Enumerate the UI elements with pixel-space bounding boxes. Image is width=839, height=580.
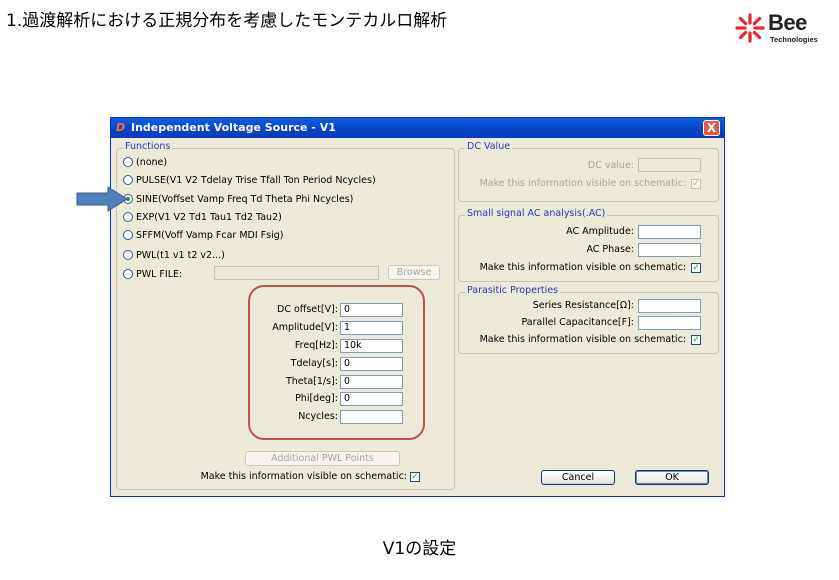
- radio-button[interactable]: [123, 269, 133, 279]
- radio-none[interactable]: (none): [123, 155, 167, 169]
- ac-amplitude-input[interactable]: [638, 225, 701, 239]
- visible-on-schematic-label: Make this information visible on schemat…: [200, 471, 407, 482]
- functions-group-label: Functions: [123, 141, 173, 152]
- radio-label: EXP(V1 V2 Td1 Tau1 Td2 Tau2): [136, 211, 282, 223]
- radio-pulse[interactable]: PULSE(V1 V2 Tdelay Trise Tfall Ton Perio…: [123, 173, 376, 187]
- bee-logo: Bee Technologies: [734, 10, 834, 46]
- ok-button[interactable]: OK: [635, 470, 709, 485]
- slide-caption: V1の設定: [382, 539, 457, 559]
- radio-label: PULSE(V1 V2 Tdelay Trise Tfall Ton Perio…: [136, 174, 376, 186]
- radio-button[interactable]: [123, 212, 133, 222]
- dialog-titlebar[interactable]: D Independent Voltage Source - V1 X: [111, 118, 724, 138]
- ac-amplitude-label: AC Amplitude:: [566, 226, 634, 237]
- ac-visible-label: Make this information visible on schemat…: [479, 262, 686, 273]
- bee-logo-icon: [735, 13, 765, 43]
- dc-value-input[interactable]: [638, 158, 701, 172]
- parasitic-group-label: Parasitic Properties: [465, 285, 561, 296]
- dc-value-label: DC value:: [587, 160, 634, 171]
- radio-button[interactable]: [123, 157, 133, 167]
- radio-label: SFFM(Voff Vamp Fcar MDI Fsig): [136, 229, 284, 241]
- radio-sffm[interactable]: SFFM(Voff Vamp Fcar MDI Fsig): [123, 228, 283, 242]
- ac-visible-checkbox[interactable]: ✓: [691, 263, 701, 273]
- radio-button[interactable]: [123, 250, 133, 260]
- browse-button[interactable]: Browse: [388, 265, 440, 280]
- dc-value-group: DC Value: [458, 141, 719, 202]
- radio-label: PWL(t1 v1 t2 v2...): [136, 249, 225, 261]
- pwl-file-input[interactable]: [214, 266, 379, 280]
- radio-button[interactable]: [123, 175, 133, 185]
- radio-label: SINE(Voffset Vamp Freq Td Theta Phi Ncyc…: [136, 193, 354, 205]
- radio-label: PWL FILE:: [136, 268, 183, 280]
- visible-on-schematic-checkbox[interactable]: ✓: [410, 472, 420, 482]
- ac-group-label: Small signal AC analysis(.AC): [465, 208, 608, 219]
- radio-pwl-file[interactable]: PWL FILE:: [123, 267, 182, 281]
- radio-button[interactable]: [123, 230, 133, 240]
- series-resistance-input[interactable]: [638, 299, 701, 313]
- logo-name: Bee: [768, 10, 807, 35]
- logo-sub: Technologies: [770, 35, 818, 44]
- slide-title: 1.過渡解析における正規分布を考慮したモンテカルロ解析: [6, 11, 448, 31]
- parallel-capacitance-input[interactable]: [638, 316, 701, 330]
- parasitic-visible-checkbox[interactable]: ✓: [691, 335, 701, 345]
- dc-visible-checkbox[interactable]: ✓: [691, 179, 701, 189]
- dc-value-group-label: DC Value: [465, 141, 513, 152]
- radio-exp[interactable]: EXP(V1 V2 Td1 Tau1 Td2 Tau2): [123, 210, 282, 224]
- parasitic-visible-label: Make this information visible on schemat…: [479, 334, 686, 345]
- radio-label: (none): [136, 156, 168, 168]
- ac-phase-input[interactable]: [638, 243, 701, 257]
- series-resistance-label: Series Resistance[Ω]:: [532, 300, 634, 311]
- sine-params-highlight: [248, 285, 425, 440]
- arrow-right-icon: [76, 186, 128, 212]
- radio-sine[interactable]: SINE(Voffset Vamp Freq Td Theta Phi Ncyc…: [123, 192, 353, 206]
- parallel-capacitance-label: Parallel Capacitance[F]:: [521, 317, 634, 328]
- app-icon: D: [116, 121, 126, 134]
- ac-phase-label: AC Phase:: [586, 244, 634, 255]
- dialog-title: Independent Voltage Source - V1: [131, 121, 336, 134]
- additional-pwl-points-button[interactable]: Additional PWL Points: [245, 451, 400, 466]
- cancel-button[interactable]: Cancel: [541, 470, 615, 485]
- radio-pwl[interactable]: PWL(t1 v1 t2 v2...): [123, 248, 225, 262]
- dc-visible-label: Make this information visible on schemat…: [479, 178, 686, 189]
- close-button[interactable]: X: [703, 120, 720, 136]
